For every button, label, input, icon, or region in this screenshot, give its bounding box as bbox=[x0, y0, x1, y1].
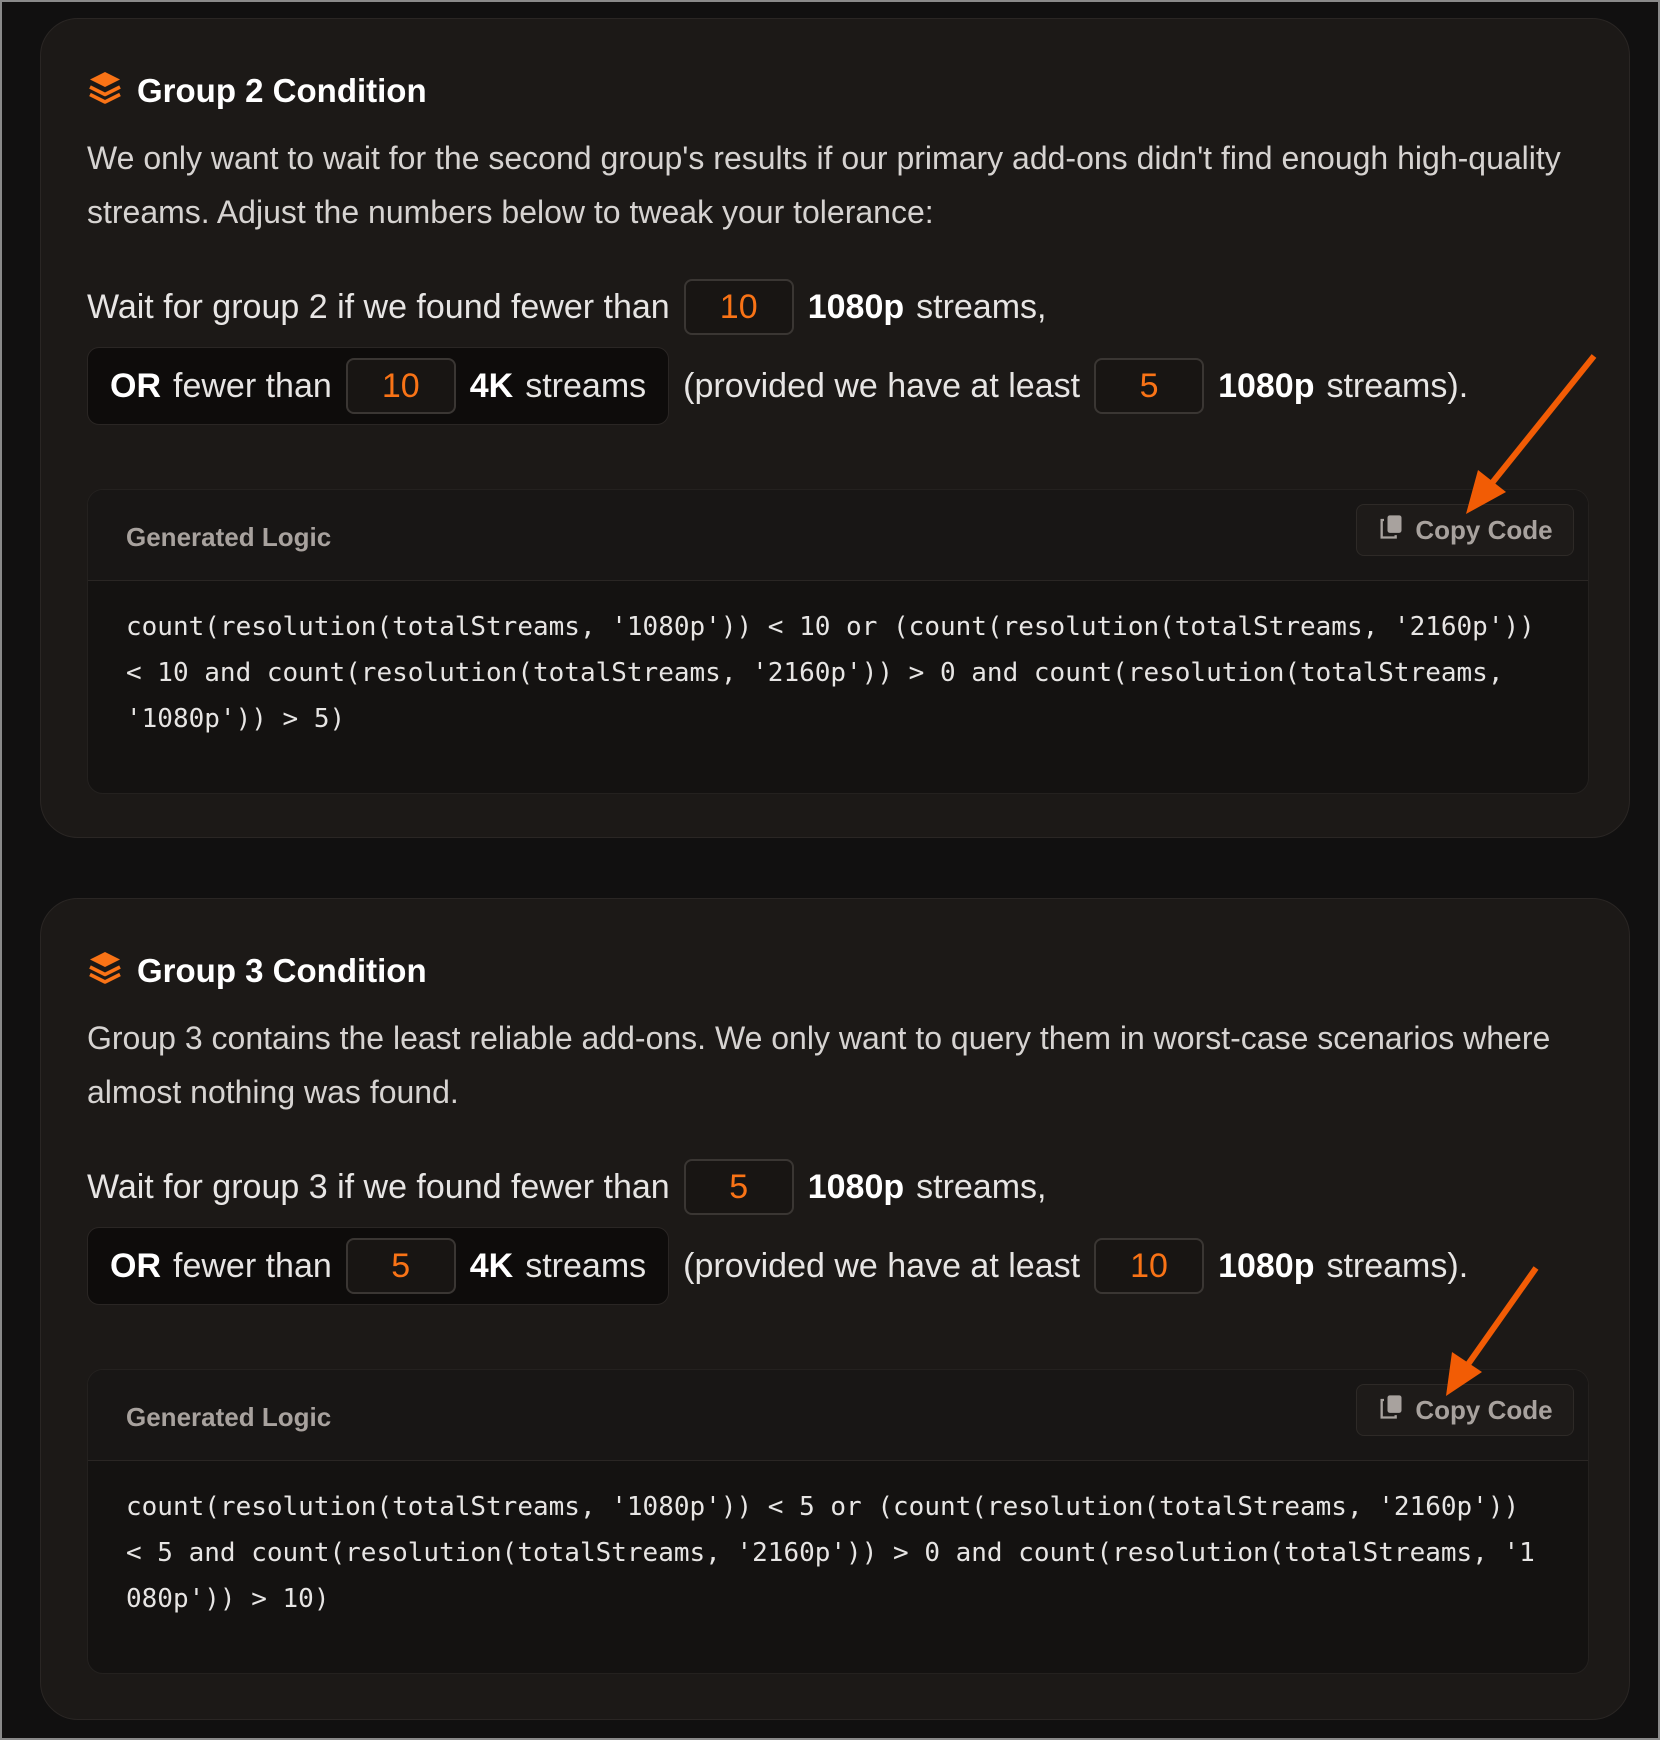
generated-code: count(resolution(totalStreams, '1080p'))… bbox=[126, 1492, 1535, 1614]
or-text: fewer than bbox=[173, 1246, 332, 1285]
min-4k-input[interactable]: 10 bbox=[345, 358, 456, 414]
layers-icon bbox=[87, 949, 123, 993]
streams-text: streams bbox=[525, 1246, 647, 1285]
row-suffix: streams, bbox=[916, 287, 1047, 326]
or-text: fewer than bbox=[173, 366, 332, 405]
res-label: 1080p bbox=[807, 1167, 905, 1206]
or-label: OR bbox=[110, 1246, 161, 1285]
code-label: Generated Logic bbox=[126, 1402, 332, 1432]
card-title-text: Group 2 Condition bbox=[137, 72, 427, 109]
at-least-1080p-input[interactable]: 10 bbox=[1094, 1238, 1205, 1294]
res-4k-label: 4K bbox=[469, 366, 514, 405]
group-2-row-4k: OR fewer than 10 4K streams (provided we… bbox=[87, 347, 1468, 425]
group-3-row-4k: OR fewer than 5 4K streams (provided we … bbox=[87, 1227, 1468, 1305]
min-4k-input[interactable]: 5 bbox=[345, 1238, 456, 1294]
group-3-title: Group 3 Condition bbox=[87, 949, 427, 993]
row-suffix: streams, bbox=[916, 1167, 1047, 1206]
copy-icon bbox=[1377, 513, 1405, 548]
res-min-label: 1080p bbox=[1218, 366, 1315, 405]
card-title-text: Group 3 Condition bbox=[137, 952, 427, 989]
provided-text: (provided we have at least bbox=[683, 1246, 1081, 1285]
group-2-title: Group 2 Condition bbox=[87, 69, 427, 113]
min-1080p-input[interactable]: 5 bbox=[683, 1159, 794, 1215]
provided-text: (provided we have at least bbox=[683, 366, 1081, 405]
group-2-row-1080p: Wait for group 2 if we found fewer than … bbox=[87, 277, 1046, 337]
at-least-1080p-input[interactable]: 5 bbox=[1094, 358, 1205, 414]
generated-logic-panel: Generated Logic Copy Code count(resoluti… bbox=[87, 489, 1589, 794]
copy-icon bbox=[1377, 1393, 1405, 1428]
group-3-row-1080p: Wait for group 3 if we found fewer than … bbox=[87, 1157, 1046, 1217]
generated-logic-panel: Generated Logic Copy Code count(resoluti… bbox=[87, 1369, 1589, 1674]
res-min-label: 1080p bbox=[1218, 1246, 1315, 1285]
code-header: Generated Logic Copy Code bbox=[88, 1370, 1588, 1461]
code-header: Generated Logic Copy Code bbox=[88, 490, 1588, 581]
copy-code-button[interactable]: Copy Code bbox=[1356, 1384, 1574, 1436]
or-condition-box: OR fewer than 10 4K streams bbox=[87, 347, 670, 425]
copy-code-button[interactable]: Copy Code bbox=[1356, 504, 1574, 556]
group-2-description: We only want to wait for the second grou… bbox=[87, 140, 1561, 230]
row-prefix: Wait for group 2 if we found fewer than bbox=[87, 287, 670, 326]
or-label: OR bbox=[110, 366, 161, 405]
copy-code-label: Copy Code bbox=[1415, 514, 1553, 545]
group-3-description: Group 3 contains the least reliable add-… bbox=[87, 1020, 1551, 1110]
code-label: Generated Logic bbox=[126, 522, 332, 552]
copy-code-label: Copy Code bbox=[1415, 1394, 1553, 1425]
generated-code: count(resolution(totalStreams, '1080p'))… bbox=[126, 612, 1551, 734]
min-1080p-input[interactable]: 10 bbox=[683, 279, 794, 335]
group-3-card: Group 3 Condition Group 3 contains the l… bbox=[40, 898, 1630, 1720]
res-4k-label: 4K bbox=[469, 1246, 514, 1285]
group-2-card: Group 2 Condition We only want to wait f… bbox=[40, 18, 1630, 838]
layers-icon bbox=[87, 69, 123, 113]
row-prefix: Wait for group 3 if we found fewer than bbox=[87, 1167, 670, 1206]
end-text: streams). bbox=[1326, 366, 1469, 405]
res-label: 1080p bbox=[807, 287, 905, 326]
streams-text: streams bbox=[525, 366, 647, 405]
or-condition-box: OR fewer than 5 4K streams bbox=[87, 1227, 670, 1305]
end-text: streams). bbox=[1326, 1246, 1469, 1285]
